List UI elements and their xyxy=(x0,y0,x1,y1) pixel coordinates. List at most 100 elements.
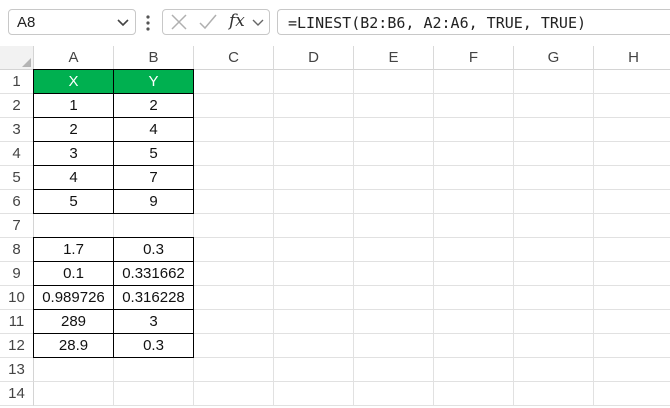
cell-c6[interactable] xyxy=(194,190,274,214)
column-header-b[interactable]: B xyxy=(114,46,194,70)
column-header-a[interactable]: A xyxy=(34,46,114,70)
cell-g4[interactable] xyxy=(514,142,594,166)
row-header-13[interactable]: 13 xyxy=(0,358,34,382)
cell-d12[interactable] xyxy=(274,334,354,358)
cell-c3[interactable] xyxy=(194,118,274,142)
cell-b13[interactable] xyxy=(114,358,194,382)
cell-g1[interactable] xyxy=(514,70,594,94)
cell-b2[interactable]: 2 xyxy=(113,93,194,118)
cell-c8[interactable] xyxy=(194,238,274,262)
cell-c10[interactable] xyxy=(194,286,274,310)
cell-f9[interactable] xyxy=(434,262,514,286)
cell-c11[interactable] xyxy=(194,310,274,334)
cell-f1[interactable] xyxy=(434,70,514,94)
cell-a10[interactable]: 0.989726 xyxy=(33,285,114,310)
cell-e6[interactable] xyxy=(354,190,434,214)
cell-e1[interactable] xyxy=(354,70,434,94)
cell-b11[interactable]: 3 xyxy=(113,309,194,334)
cell-b12[interactable]: 0.3 xyxy=(113,333,194,358)
cell-f3[interactable] xyxy=(434,118,514,142)
checkmark-icon[interactable] xyxy=(198,13,218,31)
cell-a7[interactable] xyxy=(34,214,114,238)
cell-h13[interactable] xyxy=(594,358,670,382)
cell-g7[interactable] xyxy=(514,214,594,238)
chevron-down-icon[interactable] xyxy=(251,14,265,30)
cell-e3[interactable] xyxy=(354,118,434,142)
cell-b14[interactable] xyxy=(114,382,194,406)
row-header-7[interactable]: 7 xyxy=(0,214,34,238)
cell-f13[interactable] xyxy=(434,358,514,382)
cell-a6[interactable]: 5 xyxy=(33,189,114,214)
cell-a11[interactable]: 289 xyxy=(33,309,114,334)
cell-e7[interactable] xyxy=(354,214,434,238)
formula-input[interactable]: =LINEST(B2:B6, A2:A6, TRUE, TRUE) xyxy=(277,9,670,35)
insert-function-icon[interactable]: fx xyxy=(229,11,245,31)
cell-b5[interactable]: 7 xyxy=(113,165,194,190)
cell-b3[interactable]: 4 xyxy=(113,117,194,142)
cell-g14[interactable] xyxy=(514,382,594,406)
cell-a12[interactable]: 28.9 xyxy=(33,333,114,358)
cell-h10[interactable] xyxy=(594,286,670,310)
row-header-12[interactable]: 12 xyxy=(0,334,34,358)
row-header-6[interactable]: 6 xyxy=(0,190,34,214)
row-header-2[interactable]: 2 xyxy=(0,94,34,118)
cell-c5[interactable] xyxy=(194,166,274,190)
cell-b4[interactable]: 5 xyxy=(113,141,194,166)
cell-d6[interactable] xyxy=(274,190,354,214)
cell-h8[interactable] xyxy=(594,238,670,262)
cell-g10[interactable] xyxy=(514,286,594,310)
cell-d10[interactable] xyxy=(274,286,354,310)
column-header-h[interactable]: H xyxy=(594,46,670,70)
cell-c4[interactable] xyxy=(194,142,274,166)
cell-h7[interactable] xyxy=(594,214,670,238)
cell-e14[interactable] xyxy=(354,382,434,406)
cell-b6[interactable]: 9 xyxy=(113,189,194,214)
cancel-icon[interactable] xyxy=(170,13,188,31)
cell-g8[interactable] xyxy=(514,238,594,262)
cell-h2[interactable] xyxy=(594,94,670,118)
cell-e9[interactable] xyxy=(354,262,434,286)
cell-a2[interactable]: 1 xyxy=(33,93,114,118)
column-header-e[interactable]: E xyxy=(354,46,434,70)
cell-d9[interactable] xyxy=(274,262,354,286)
row-header-8[interactable]: 8 xyxy=(0,238,34,262)
cell-e5[interactable] xyxy=(354,166,434,190)
cell-g2[interactable] xyxy=(514,94,594,118)
cell-f10[interactable] xyxy=(434,286,514,310)
cell-h3[interactable] xyxy=(594,118,670,142)
cell-h9[interactable] xyxy=(594,262,670,286)
cell-b10[interactable]: 0.316228 xyxy=(113,285,194,310)
cell-f6[interactable] xyxy=(434,190,514,214)
cell-b7[interactable] xyxy=(114,214,194,238)
cell-g3[interactable] xyxy=(514,118,594,142)
cell-h5[interactable] xyxy=(594,166,670,190)
cell-d1[interactable] xyxy=(274,70,354,94)
cell-c9[interactable] xyxy=(194,262,274,286)
column-header-c[interactable]: C xyxy=(194,46,274,70)
cell-h14[interactable] xyxy=(594,382,670,406)
cell-a3[interactable]: 2 xyxy=(33,117,114,142)
cell-h1[interactable] xyxy=(594,70,670,94)
row-header-10[interactable]: 10 xyxy=(0,286,34,310)
cell-f5[interactable] xyxy=(434,166,514,190)
row-header-1[interactable]: 1 xyxy=(0,70,34,94)
cell-e8[interactable] xyxy=(354,238,434,262)
row-header-5[interactable]: 5 xyxy=(0,166,34,190)
row-header-9[interactable]: 9 xyxy=(0,262,34,286)
cell-e13[interactable] xyxy=(354,358,434,382)
cell-d11[interactable] xyxy=(274,310,354,334)
cell-e11[interactable] xyxy=(354,310,434,334)
cell-a8[interactable]: 1.7 xyxy=(33,237,114,262)
cell-d13[interactable] xyxy=(274,358,354,382)
cell-a14[interactable] xyxy=(34,382,114,406)
row-header-4[interactable]: 4 xyxy=(0,142,34,166)
column-header-g[interactable]: G xyxy=(514,46,594,70)
cell-e4[interactable] xyxy=(354,142,434,166)
row-header-11[interactable]: 11 xyxy=(0,310,34,334)
row-header-3[interactable]: 3 xyxy=(0,118,34,142)
cell-a9[interactable]: 0.1 xyxy=(33,261,114,286)
cell-a1[interactable]: X xyxy=(33,69,114,94)
cell-f2[interactable] xyxy=(434,94,514,118)
cell-f11[interactable] xyxy=(434,310,514,334)
cell-a5[interactable]: 4 xyxy=(33,165,114,190)
